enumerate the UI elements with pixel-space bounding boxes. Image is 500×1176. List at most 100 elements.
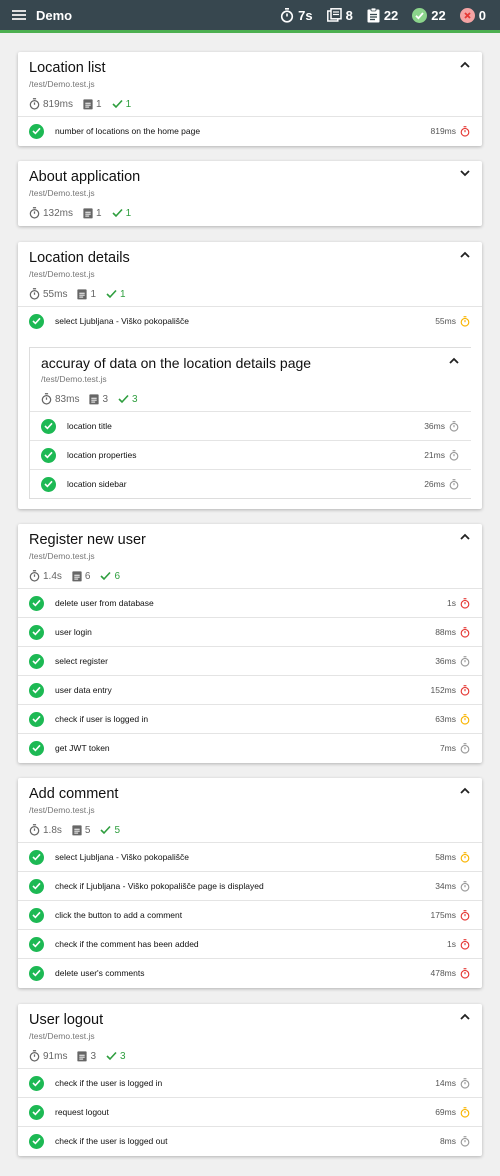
stat-passed-value: 22	[431, 7, 446, 23]
stopwatch-icon	[29, 207, 40, 219]
test-row[interactable]: location sidebar 26ms	[30, 469, 471, 498]
stopwatch-icon	[281, 7, 294, 23]
stopwatch-icon	[29, 1050, 40, 1062]
suite-duration-value: 91ms	[43, 1050, 68, 1062]
test-row[interactable]: delete user's comments 478ms	[18, 958, 482, 987]
suite-duration-value: 132ms	[43, 207, 74, 219]
suite-duration-value: 1.8s	[43, 824, 62, 836]
suite-file: /test/Demo.test.js	[41, 374, 107, 384]
suite-duration-value: 819ms	[43, 98, 74, 110]
clipboard-icon	[77, 289, 88, 300]
stat-tests[interactable]: 22	[367, 7, 398, 23]
test-row[interactable]: check if the user is logged in 14ms	[18, 1068, 482, 1097]
suite-meta: 83ms 3 3	[41, 393, 459, 405]
timer-slow-icon	[460, 597, 470, 609]
test-row[interactable]: delete user from database 1s	[18, 588, 482, 617]
chevron-up-icon[interactable]	[460, 61, 470, 68]
stopwatch-icon	[29, 98, 40, 110]
timer-fast-icon	[460, 742, 470, 754]
stopwatch-icon	[29, 288, 40, 300]
suite-header[interactable]: Register new user /test/Demo.test.js 1.4…	[18, 524, 482, 588]
suite-card: Register new user /test/Demo.test.js 1.4…	[18, 524, 482, 763]
test-name: delete user from database	[55, 598, 154, 608]
test-row[interactable]: request logout 69ms	[18, 1097, 482, 1126]
hamburger-menu-icon[interactable]	[12, 10, 26, 20]
test-row[interactable]: location title 36ms	[30, 411, 471, 440]
suite-header[interactable]: Add comment /test/Demo.test.js 1.8s 5 5	[18, 778, 482, 842]
passed-check-icon	[29, 740, 44, 756]
suite-duration-value: 55ms	[43, 288, 68, 300]
clipboard-icon	[77, 1051, 88, 1062]
suite-duration: 1.4s	[29, 570, 62, 582]
suite-header[interactable]: About application /test/Demo.test.js 132…	[18, 161, 482, 225]
suite-duration: 55ms	[29, 288, 67, 300]
suite-title: User logout	[29, 1012, 104, 1028]
stat-suites[interactable]: 8	[326, 8, 353, 23]
chevron-up-icon[interactable]	[449, 357, 459, 364]
test-row[interactable]: user data entry 152ms	[18, 675, 482, 704]
suite-passed: 1	[112, 208, 131, 219]
suite-passed-value: 3	[120, 1050, 126, 1062]
suite-file: /test/Demo.test.js	[29, 188, 95, 198]
test-row[interactable]: click the button to add a comment 175ms	[18, 900, 482, 929]
test-duration: 55ms	[435, 316, 456, 326]
test-row[interactable]: check if the user is logged out 8ms	[18, 1126, 482, 1155]
test-duration: 34ms	[435, 881, 456, 891]
passed-check-icon	[29, 682, 44, 698]
test-duration: 26ms	[424, 479, 445, 489]
suite-test-count-value: 1	[96, 98, 102, 110]
test-row[interactable]: location properties 21ms	[30, 440, 471, 469]
timer-slow-icon	[460, 684, 470, 696]
suite-test-count-value: 1	[90, 288, 97, 300]
stat-duration[interactable]: 7s	[280, 7, 313, 23]
timer-slow-icon	[460, 125, 470, 137]
suite-test-count-value: 3	[90, 1050, 97, 1062]
check-icon	[106, 1051, 117, 1061]
test-row[interactable]: check if user is logged in 63ms	[18, 704, 482, 733]
test-row[interactable]: number of locations on the home page 819…	[18, 116, 482, 145]
summary-stats: 7s 8 22 22 0	[266, 7, 486, 23]
suite-header[interactable]: User logout /test/Demo.test.js 91ms 3 3	[18, 1004, 482, 1068]
suite-duration-value: 1.4s	[43, 570, 62, 582]
test-row[interactable]: get JWT token 7ms	[18, 733, 482, 762]
test-duration: 175ms	[430, 910, 456, 920]
chevron-down-icon[interactable]	[460, 170, 470, 177]
test-name: click the button to add a comment	[55, 910, 183, 920]
test-row[interactable]: select Ljubljana - Viško pokopališče 58m…	[18, 842, 482, 871]
suite-passed-value: 5	[114, 824, 121, 836]
test-row[interactable]: check if Ljubljana - Viško pokopališče p…	[18, 871, 482, 900]
clipboard-icon	[89, 394, 100, 405]
suite-file: /test/Demo.test.js	[29, 1031, 95, 1041]
suite-card: User logout /test/Demo.test.js 91ms 3 3 …	[18, 1004, 482, 1156]
suite-meta: 819ms 1 1	[29, 98, 470, 110]
suite-header[interactable]: accuray of data on the location details …	[30, 348, 471, 411]
chevron-up-icon[interactable]	[460, 1013, 470, 1020]
passed-check-icon	[29, 1133, 44, 1149]
suite-header[interactable]: Location list /test/Demo.test.js 819ms 1…	[18, 52, 482, 116]
stat-duration-value: 7s	[298, 7, 313, 23]
test-row[interactable]: user login 88ms	[18, 617, 482, 646]
test-name: location sidebar	[67, 479, 127, 489]
passed-check-icon	[29, 878, 44, 894]
suite-test-count: 5	[72, 824, 90, 836]
timer-fast-icon	[460, 880, 470, 892]
suite-header[interactable]: Location details /test/Demo.test.js 55ms…	[18, 242, 482, 306]
suite-title: Register new user	[29, 532, 146, 548]
stat-failed[interactable]: 0	[459, 7, 486, 23]
chevron-up-icon[interactable]	[460, 533, 470, 540]
test-row[interactable]: select Ljubljana - Viško pokopališče 55m…	[18, 306, 482, 335]
test-duration: 63ms	[435, 714, 456, 724]
chevron-up-icon[interactable]	[460, 787, 470, 794]
check-icon	[100, 825, 112, 835]
test-row[interactable]: check if the comment has been added 1s	[18, 929, 482, 958]
stat-passed[interactable]: 22	[412, 7, 446, 23]
app-title: Demo	[36, 7, 73, 23]
chevron-up-icon[interactable]	[460, 251, 470, 258]
timer-medium-icon	[460, 1106, 470, 1118]
clipboard-icon	[83, 99, 93, 110]
suite-title: Location list	[29, 60, 106, 76]
test-row[interactable]: select register 36ms	[18, 646, 482, 675]
test-name: request logout	[55, 1107, 109, 1117]
timer-fast-icon	[460, 1135, 470, 1147]
passed-check-icon	[29, 1104, 44, 1120]
